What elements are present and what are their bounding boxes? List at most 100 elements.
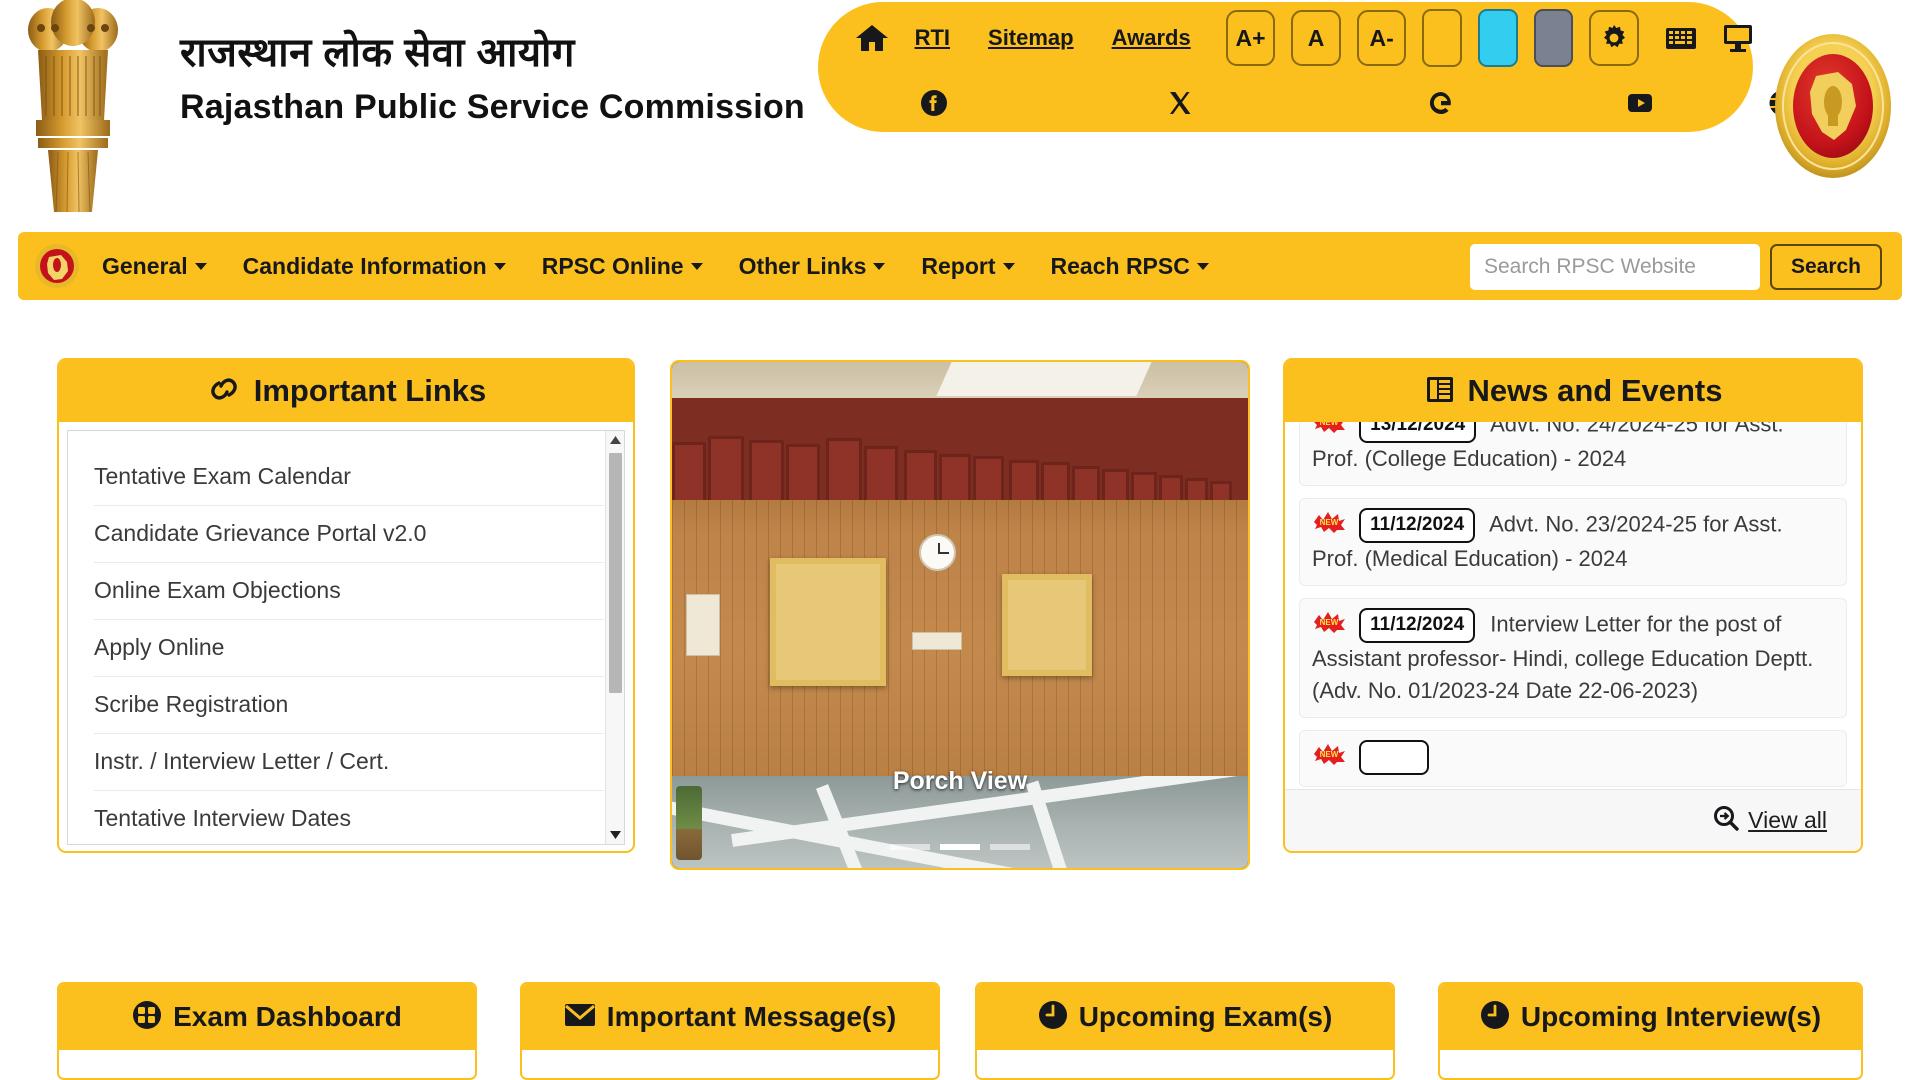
chevron-down-icon — [1002, 262, 1015, 270]
important-links-panel: Important Links Tentative Exam Calendar … — [57, 358, 635, 853]
social-icon-row — [818, 74, 1795, 132]
carousel-dot[interactable] — [890, 844, 930, 850]
nav-item-general[interactable]: General — [102, 253, 207, 280]
nav-item-rpsc-online[interactable]: RPSC Online — [542, 253, 703, 280]
new-badge-icon: NEW — [1312, 510, 1346, 541]
search-input[interactable] — [1469, 244, 1760, 290]
card-header: Important Message(s) — [522, 984, 938, 1050]
nav-item-other-links[interactable]: Other Links — [739, 253, 886, 280]
font-increase-button[interactable]: A+ — [1225, 10, 1276, 66]
group-photo-frame — [1002, 574, 1092, 676]
svg-text:NEW: NEW — [1320, 618, 1339, 627]
gear-icon[interactable] — [1589, 10, 1640, 66]
list-item[interactable]: Candidate Grievance Portal v2.0 — [94, 506, 604, 563]
card-upcoming-interviews[interactable]: Upcoming Interview(s) — [1438, 982, 1863, 1080]
theme-swatch-cyan[interactable] — [1478, 9, 1518, 67]
scroll-down-arrow-icon[interactable] — [606, 826, 624, 844]
theme-swatch-gray[interactable] — [1533, 9, 1574, 67]
chevron-down-icon — [1196, 262, 1209, 270]
google-icon[interactable] — [1310, 89, 1572, 117]
nav-item-reach-rpsc[interactable]: Reach RPSC — [1051, 253, 1209, 280]
card-title: Exam Dashboard — [173, 1001, 402, 1032]
list-item[interactable]: Apply Online — [94, 620, 604, 677]
list-item[interactable]: NEW 11/12/2024 Interview Letter for the … — [1299, 598, 1847, 718]
list-item[interactable]: Scribe Registration — [94, 677, 604, 734]
home-icon[interactable] — [848, 23, 896, 53]
nav-item-label: RPSC Online — [541, 252, 684, 279]
card-exam-dashboard[interactable]: Exam Dashboard — [57, 982, 477, 1080]
important-links-body: Tentative Exam Calendar Candidate Grieva… — [67, 430, 625, 845]
important-links-list: Tentative Exam Calendar Candidate Grieva… — [68, 431, 604, 844]
important-links-header: Important Links — [59, 360, 633, 422]
main-navigation: General Candidate Information RPSC Onlin… — [18, 232, 1902, 300]
svg-text:NEW: NEW — [1320, 750, 1339, 759]
nav-item-report[interactable]: Report — [921, 252, 1015, 280]
utility-link-rti[interactable]: RTI — [915, 25, 950, 51]
nav-item-label: Other Links — [738, 252, 867, 279]
utility-link-sitemap[interactable]: Sitemap — [988, 25, 1074, 51]
news-events-footer: View all — [1285, 789, 1861, 851]
card-upcoming-exams[interactable]: Upcoming Exam(s) — [975, 982, 1395, 1080]
search-arrow-icon — [1713, 805, 1739, 836]
news-date-badge: 13/12/2024 — [1359, 422, 1477, 443]
wall-label-plate — [912, 632, 962, 650]
carousel-dot-active[interactable] — [940, 844, 980, 850]
newspaper-icon — [1424, 373, 1456, 410]
list-item[interactable]: NEW 11/12/2024 Advt. No. 23/2024-25 for … — [1299, 498, 1847, 587]
list-item[interactable]: NEW — [1299, 729, 1847, 787]
site-title-block: राजस्थान लोक सेवा आयोग Rajasthan Public … — [180, 28, 805, 127]
carousel-caption: Porch View — [892, 767, 1028, 795]
new-badge-icon: NEW — [1312, 610, 1346, 641]
nav-item-label: Report — [921, 252, 996, 279]
keyboard-icon[interactable] — [1665, 26, 1697, 51]
youtube-icon[interactable] — [1572, 92, 1707, 114]
list-item[interactable]: Tentative Exam Calendar — [94, 449, 604, 506]
news-date-badge — [1359, 739, 1429, 775]
view-all-link[interactable]: View all — [1748, 807, 1827, 834]
clock-icon — [1480, 1000, 1510, 1035]
news-events-body[interactable]: NEW 13/12/2024 Advt. No. 24/2024-25 for … — [1285, 422, 1861, 851]
rpsc-logo-icon[interactable] — [34, 243, 80, 289]
carousel-dot[interactable] — [990, 844, 1030, 850]
list-item[interactable]: Tentative Interview Dates — [94, 791, 604, 844]
chevron-down-icon — [194, 262, 207, 270]
font-normal-button[interactable]: A — [1291, 10, 1341, 66]
scroll-up-arrow-icon[interactable] — [606, 431, 624, 449]
monitor-icon[interactable] — [1723, 24, 1753, 52]
link-chain-icon — [206, 374, 242, 409]
card-header: Upcoming Exam(s) — [977, 984, 1393, 1050]
wall-switch-plate — [686, 594, 720, 656]
nav-item-candidate-information[interactable]: Candidate Information — [243, 253, 506, 280]
list-item[interactable]: NEW 13/12/2024 Advt. No. 24/2024-25 for … — [1299, 422, 1847, 487]
card-header: Upcoming Interview(s) — [1440, 984, 1861, 1050]
nav-item-label: Candidate Information — [242, 252, 487, 279]
utility-link-awards[interactable]: Awards — [1112, 25, 1191, 51]
theme-swatch-yellow[interactable] — [1422, 9, 1463, 67]
card-header: Exam Dashboard — [59, 984, 475, 1050]
portrait-frame-row — [672, 398, 1248, 516]
scrollbar[interactable] — [605, 431, 624, 844]
svg-text:NEW: NEW — [1320, 518, 1339, 527]
facebook-icon[interactable] — [818, 89, 1050, 117]
image-carousel[interactable]: Porch View — [670, 360, 1250, 870]
scrollbar-thumb[interactable] — [609, 453, 622, 693]
chevron-down-icon — [493, 262, 506, 270]
search-button[interactable]: Search — [1769, 244, 1882, 290]
card-important-messages[interactable]: Important Message(s) — [520, 982, 940, 1080]
news-date-badge: 11/12/2024 — [1359, 508, 1476, 544]
list-item[interactable]: Instr. / Interview Letter / Cert. — [94, 734, 604, 791]
news-events-list: NEW 13/12/2024 Advt. No. 24/2024-25 for … — [1285, 422, 1861, 799]
site-search: Search — [1469, 244, 1882, 290]
list-item[interactable]: Online Exam Objections — [94, 563, 604, 620]
new-badge-icon: NEW — [1312, 742, 1346, 773]
x-twitter-icon[interactable] — [1050, 90, 1310, 116]
card-title: Upcoming Exam(s) — [1078, 1001, 1333, 1032]
news-events-header: News and Events — [1285, 360, 1861, 422]
nav-item-list: General Candidate Information RPSC Onlin… — [102, 253, 1245, 280]
news-events-panel: News and Events NEW 13/12/2024 Advt. No.… — [1283, 358, 1863, 853]
news-date-badge: 11/12/2024 — [1359, 608, 1476, 644]
card-title: Important Message(s) — [606, 1001, 897, 1032]
font-decrease-button[interactable]: A- — [1356, 10, 1407, 66]
carousel-indicators — [672, 844, 1248, 850]
envelope-icon — [564, 1002, 596, 1033]
